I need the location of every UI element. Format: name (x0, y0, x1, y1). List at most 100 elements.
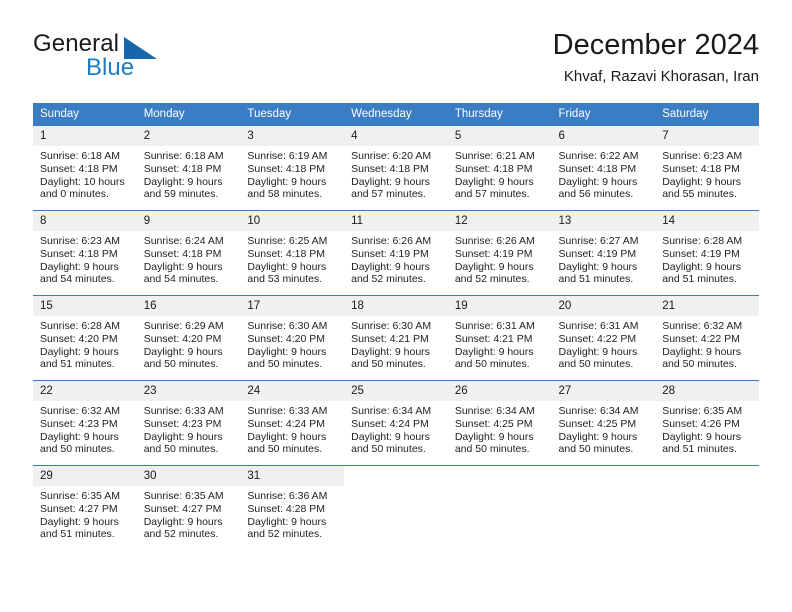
calendar-day-cell[interactable]: 26 Sunrise: 6:34 AM Sunset: 4:25 PM Dayligh… (447, 380, 552, 466)
day-number: 20 (551, 296, 656, 316)
general-blue-logo[interactable]: General Blue (33, 30, 263, 86)
day-cell-inner: 21 Sunrise: 6:32 AM Sunset: 4:22 PM Dayligh… (655, 296, 759, 380)
day-cell-inner: 12 Sunrise: 6:26 AM Sunset: 4:19 PM Dayligh… (447, 211, 552, 295)
calendar-day-cell[interactable]: 8 Sunrise: 6:23 AM Sunset: 4:18 PM Daylight… (33, 210, 137, 296)
day-cell-inner: 20 Sunrise: 6:31 AM Sunset: 4:22 PM Dayligh… (551, 296, 656, 380)
calendar-day-cell[interactable]: 1 Sunrise: 6:18 AM Sunset: 4:18 PM Daylight… (33, 125, 137, 211)
day-details: Sunrise: 6:23 AM Sunset: 4:18 PM Daylight:… (33, 231, 137, 286)
daylight-duration-line1: Daylight: 9 hours (454, 430, 534, 443)
calendar-day-cell[interactable]: 4 Sunrise: 6:20 AM Sunset: 4:18 PM Daylight… (344, 125, 448, 211)
calendar-day-cell[interactable]: 13 Sunrise: 6:27 AM Sunset: 4:19 PM Dayligh… (551, 210, 656, 296)
daylight-duration-line1: Daylight: 9 hours (143, 515, 223, 528)
daylight-duration-line1: Daylight: 9 hours (351, 430, 430, 443)
day-details: Sunrise: 6:32 AM Sunset: 4:23 PM Daylight:… (33, 401, 137, 456)
calendar-day-cell[interactable]: 6 Sunrise: 6:22 AM Sunset: 4:18 PM Daylight… (551, 125, 656, 211)
calendar-day-cell[interactable]: 2 Sunrise: 6:18 AM Sunset: 4:18 PM Daylight… (136, 125, 241, 211)
calendar-day-cell[interactable]: 17 Sunrise: 6:30 AM Sunset: 4:20 PM Dayligh… (240, 295, 345, 381)
sunrise-time: Sunrise: 6:23 AM (662, 150, 743, 162)
daylight-duration-line2: and 50 minutes. (40, 443, 115, 456)
calendar-day-cell[interactable]: 19 Sunrise: 6:31 AM Sunset: 4:21 PM Dayligh… (447, 295, 552, 381)
daylight-duration-line1: Daylight: 9 hours (247, 175, 327, 188)
daylight-duration-line2: and 50 minutes. (247, 358, 323, 371)
daylight-duration-line2: and 51 minutes. (662, 273, 737, 286)
day-cell-inner: 19 Sunrise: 6:31 AM Sunset: 4:21 PM Dayligh… (447, 296, 552, 380)
daylight-duration-line1: Daylight: 9 hours (558, 430, 638, 443)
day-cell-inner: 24 Sunrise: 6:33 AM Sunset: 4:24 PM Dayligh… (240, 381, 345, 465)
daylight-duration-line1: Daylight: 9 hours (454, 345, 534, 358)
calendar-day-cell[interactable]: 21 Sunrise: 6:32 AM Sunset: 4:22 PM Dayligh… (655, 295, 759, 381)
calendar-day-cell[interactable]: 25 Sunrise: 6:34 AM Sunset: 4:24 PM Dayligh… (344, 380, 448, 466)
day-cell-inner: 11 Sunrise: 6:26 AM Sunset: 4:19 PM Dayligh… (344, 211, 448, 295)
daylight-duration-line2: and 0 minutes. (40, 188, 109, 201)
sunrise-time: Sunrise: 6:30 AM (351, 320, 432, 332)
calendar-day-cell[interactable]: 10 Sunrise: 6:25 AM Sunset: 4:18 PM Dayligh… (240, 210, 345, 296)
daylight-duration-line2: and 52 minutes. (143, 528, 219, 541)
calendar-week-row: 8 Sunrise: 6:23 AM Sunset: 4:18 PM Daylight… (33, 210, 759, 296)
calendar-day-cell[interactable]: 23 Sunrise: 6:33 AM Sunset: 4:23 PM Dayligh… (136, 380, 241, 466)
day-details: Sunrise: 6:24 AM Sunset: 4:18 PM Daylight:… (137, 231, 241, 286)
weekday-header-sunday: Sunday (33, 103, 137, 126)
day-number: 17 (240, 296, 345, 316)
day-cell-inner: 1 Sunrise: 6:18 AM Sunset: 4:18 PM Daylight… (33, 126, 137, 210)
calendar-day-cell[interactable]: 20 Sunrise: 6:31 AM Sunset: 4:22 PM Dayligh… (551, 295, 656, 381)
day-details: Sunrise: 6:35 AM Sunset: 4:27 PM Daylight:… (137, 486, 241, 541)
sunrise-time: Sunrise: 6:34 AM (351, 405, 432, 417)
day-number: 31 (240, 466, 345, 486)
sunrise-time: Sunrise: 6:29 AM (143, 320, 224, 332)
calendar-day-cell[interactable]: 16 Sunrise: 6:29 AM Sunset: 4:20 PM Dayligh… (136, 295, 241, 381)
sunrise-time: Sunrise: 6:25 AM (247, 235, 328, 247)
sunset-time: Sunset: 4:28 PM (247, 502, 326, 515)
sunset-time: Sunset: 4:18 PM (143, 247, 222, 260)
day-details: Sunrise: 6:19 AM Sunset: 4:18 PM Daylight:… (240, 146, 344, 201)
calendar-day-cell-empty (447, 465, 552, 550)
day-number: 7 (655, 126, 759, 146)
day-cell-inner: 15 Sunrise: 6:28 AM Sunset: 4:20 PM Dayligh… (33, 296, 137, 380)
calendar-day-cell[interactable]: 3 Sunrise: 6:19 AM Sunset: 4:18 PM Daylight… (240, 125, 345, 211)
sunset-time: Sunset: 4:23 PM (40, 417, 118, 430)
calendar-day-cell[interactable]: 12 Sunrise: 6:26 AM Sunset: 4:19 PM Dayligh… (447, 210, 552, 296)
calendar-week-row: 29 Sunrise: 6:35 AM Sunset: 4:27 PM Dayligh… (33, 465, 759, 550)
sunrise-time: Sunrise: 6:36 AM (247, 490, 328, 502)
calendar-day-cell[interactable]: 24 Sunrise: 6:33 AM Sunset: 4:24 PM Dayligh… (240, 380, 345, 466)
calendar-day-cell[interactable]: 31 Sunrise: 6:36 AM Sunset: 4:28 PM Dayligh… (240, 465, 345, 550)
daylight-duration-line1: Daylight: 9 hours (351, 175, 430, 188)
day-cell-inner: 3 Sunrise: 6:19 AM Sunset: 4:18 PM Daylight… (240, 126, 345, 210)
calendar-day-cell[interactable]: 28 Sunrise: 6:35 AM Sunset: 4:26 PM Dayligh… (655, 380, 759, 466)
day-cell-inner: 16 Sunrise: 6:29 AM Sunset: 4:20 PM Dayligh… (136, 296, 241, 380)
calendar-day-cell[interactable]: 11 Sunrise: 6:26 AM Sunset: 4:19 PM Dayligh… (344, 210, 448, 296)
day-number: 23 (136, 381, 241, 401)
sunrise-time: Sunrise: 6:18 AM (40, 150, 120, 162)
calendar-page: General Blue December 2024 Khvaf, Razavi… (0, 0, 792, 612)
calendar-day-cell[interactable]: 22 Sunrise: 6:32 AM Sunset: 4:23 PM Dayligh… (33, 380, 137, 466)
daylight-duration-line1: Daylight: 10 hours (40, 175, 125, 188)
calendar-body: 1 Sunrise: 6:18 AM Sunset: 4:18 PM Daylight… (33, 125, 759, 550)
calendar-day-cell[interactable]: 18 Sunrise: 6:30 AM Sunset: 4:21 PM Dayligh… (344, 295, 448, 381)
daylight-duration-line1: Daylight: 9 hours (662, 260, 742, 273)
sunset-time: Sunset: 4:27 PM (143, 502, 222, 515)
calendar-day-cell[interactable]: 29 Sunrise: 6:35 AM Sunset: 4:27 PM Dayligh… (33, 465, 137, 550)
day-number: 18 (344, 296, 448, 316)
daylight-duration-line2: and 50 minutes. (558, 358, 634, 371)
sunrise-time: Sunrise: 6:20 AM (351, 150, 432, 162)
day-cell-inner: 30 Sunrise: 6:35 AM Sunset: 4:27 PM Dayligh… (136, 466, 241, 550)
daylight-duration-line2: and 55 minutes. (662, 188, 737, 201)
day-cell-inner: 25 Sunrise: 6:34 AM Sunset: 4:24 PM Dayligh… (344, 381, 448, 465)
sunrise-time: Sunrise: 6:34 AM (558, 405, 639, 417)
calendar-day-cell[interactable]: 7 Sunrise: 6:23 AM Sunset: 4:18 PM Daylight… (655, 125, 759, 211)
sunset-time: Sunset: 4:18 PM (247, 162, 326, 175)
sunset-time: Sunset: 4:19 PM (454, 247, 533, 260)
daylight-duration-line1: Daylight: 9 hours (454, 260, 534, 273)
calendar-day-cell[interactable]: 27 Sunrise: 6:34 AM Sunset: 4:25 PM Dayligh… (551, 380, 656, 466)
calendar-day-cell[interactable]: 14 Sunrise: 6:28 AM Sunset: 4:19 PM Dayligh… (655, 210, 759, 296)
day-number: 26 (447, 381, 552, 401)
calendar-day-cell[interactable]: 9 Sunrise: 6:24 AM Sunset: 4:18 PM Daylight… (136, 210, 241, 296)
day-number: 13 (551, 211, 656, 231)
day-details: Sunrise: 6:34 AM Sunset: 4:25 PM Daylight:… (552, 401, 656, 456)
daylight-duration-line2: and 51 minutes. (40, 528, 115, 541)
sunrise-time: Sunrise: 6:32 AM (662, 320, 743, 332)
calendar-day-cell[interactable]: 5 Sunrise: 6:21 AM Sunset: 4:18 PM Daylight… (447, 125, 552, 211)
daylight-duration-line1: Daylight: 9 hours (40, 345, 119, 358)
daylight-duration-line2: and 52 minutes. (351, 273, 426, 286)
calendar-day-cell[interactable]: 15 Sunrise: 6:28 AM Sunset: 4:20 PM Dayligh… (33, 295, 137, 381)
calendar-day-cell[interactable]: 30 Sunrise: 6:35 AM Sunset: 4:27 PM Dayligh… (136, 465, 241, 550)
